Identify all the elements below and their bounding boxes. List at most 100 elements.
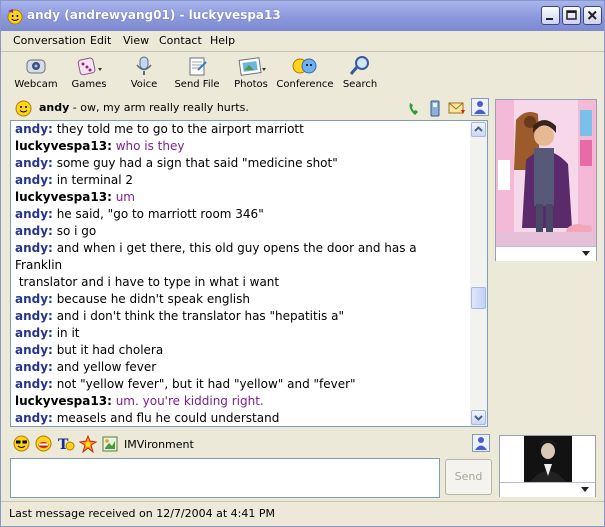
chat-message: andy: and yellow fever [15, 359, 467, 376]
contact-status-message: - ow, my arm really really hurts. [69, 101, 249, 114]
message-sender: andy: [15, 377, 53, 391]
webcam-image-dropdown[interactable] [500, 482, 595, 497]
email-icon[interactable] [448, 101, 466, 116]
person-icon [475, 437, 487, 450]
scroll-up-button[interactable] [471, 122, 486, 137]
message-input[interactable] [10, 458, 440, 498]
photos-button[interactable]: Photos [221, 54, 281, 96]
chevron-down-icon [581, 487, 589, 492]
font-icon[interactable]: T [57, 435, 75, 453]
photos-icon [238, 57, 266, 76]
send-button[interactable]: Send [445, 459, 492, 495]
menu-view[interactable]: View [123, 34, 149, 47]
display-image-dropdown[interactable] [496, 246, 596, 261]
chat-message: andy: measels and flu he could understan… [15, 410, 467, 426]
message-text: but it had cholera [56, 343, 164, 357]
chat-message: andy: and when i get there, this old guy… [15, 240, 467, 274]
imvironment-icon[interactable] [101, 435, 119, 453]
imvironment-label[interactable]: IMVironment [124, 438, 194, 451]
call-icon[interactable] [407, 101, 423, 117]
menu-bar: Conversation Edit View Contact Help [1, 31, 604, 52]
message-text: so i go [56, 224, 97, 238]
mobile-phone-icon[interactable] [428, 100, 442, 117]
message-text: who is they [115, 139, 185, 153]
chat-message: luckyvespa13: who is they [15, 138, 467, 155]
message-sender: andy: [15, 207, 53, 221]
contact-profile-button[interactable] [471, 98, 489, 116]
conference-button[interactable]: Conference [275, 54, 335, 96]
chat-message: andy: because he didn't speak english [15, 291, 467, 308]
chat-message: andy: and i don't think the translator h… [15, 308, 467, 325]
chevron-down-icon [582, 251, 590, 256]
chat-message: andy: some guy had a sign that said "med… [15, 155, 467, 172]
scroll-down-button[interactable] [471, 410, 486, 425]
minimize-icon [546, 18, 553, 20]
minimize-button[interactable] [541, 6, 560, 25]
message-sender: andy: [15, 411, 53, 425]
message-text: because he didn't speak english [56, 292, 250, 306]
message-text: and i don't think the translator has "he… [56, 309, 344, 323]
message-sender: andy: [15, 309, 53, 323]
games-button[interactable]: Games [59, 54, 119, 96]
chat-message: translator and i have to type in what i … [15, 274, 467, 291]
chevron-up-icon [474, 126, 483, 132]
message-text: not "yellow fever", but it had "yellow" … [56, 377, 356, 391]
search-button[interactable]: Search [330, 54, 390, 96]
message-sender: andy: [15, 343, 53, 357]
search-icon [349, 56, 369, 75]
my-display-picture-button[interactable] [472, 434, 490, 452]
message-text: he said, "go to marriott room 346" [56, 207, 264, 221]
message-sender: andy: [15, 292, 53, 306]
formatting-toolbar: T IMVironment [10, 433, 490, 455]
conversation-scrollbar[interactable] [470, 121, 487, 426]
message-sender: andy: [15, 326, 53, 340]
conversation-history[interactable]: andy: they told me to go to the airport … [10, 120, 488, 427]
webcam-button[interactable]: Webcam [6, 54, 66, 96]
send-file-icon [189, 57, 207, 76]
chat-message: andy: in terminal 2 [15, 172, 467, 189]
message-sender: andy: [15, 122, 53, 136]
last-message-status: Last message received on 12/7/2004 at 4:… [9, 507, 275, 520]
smiley-status-icon [15, 100, 32, 117]
message-text: in terminal 2 [56, 173, 134, 187]
maximize-button[interactable] [562, 6, 581, 25]
avatar-image [496, 100, 596, 246]
contact-name: andy [39, 101, 70, 114]
emoticon-sunglasses-icon[interactable] [13, 435, 30, 452]
my-webcam-image[interactable] [499, 435, 596, 497]
message-sender: andy: [15, 173, 53, 187]
message-sender: andy: [15, 360, 53, 374]
message-sender: andy: [15, 241, 53, 255]
nudge-icon[interactable] [79, 435, 97, 453]
status-bar: Last message received on 12/7/2004 at 4:… [1, 501, 604, 527]
scroll-thumb[interactable] [471, 287, 486, 309]
toolbar: Webcam Games Voice Send File Photos Conf… [1, 52, 604, 97]
chat-message: luckyvespa13: um. you're kidding right. [15, 393, 467, 410]
menu-edit[interactable]: Edit [90, 34, 111, 47]
close-button[interactable] [583, 6, 602, 25]
message-text: in it [56, 326, 80, 340]
message-sender: andy: [15, 224, 53, 238]
message-list: andy: they told me to go to the airport … [15, 121, 467, 426]
message-text: um [115, 190, 135, 204]
contact-display-image[interactable] [495, 99, 597, 261]
window-title: andy (andrewyang01) - luckyvespa13 [27, 8, 281, 22]
person-icon [474, 101, 486, 114]
message-text: measels and flu he could understand [56, 411, 280, 425]
message-text: and when i get there, this old guy opens… [15, 241, 417, 272]
maximize-icon [566, 10, 577, 20]
chat-message: andy: not "yellow fever", but it had "ye… [15, 376, 467, 393]
message-sender: luckyvespa13: [15, 394, 112, 408]
menu-help[interactable]: Help [210, 34, 235, 47]
menu-contact[interactable]: Contact [159, 34, 202, 47]
voice-button[interactable]: Voice [114, 54, 174, 96]
send-file-button[interactable]: Send File [167, 54, 227, 96]
wink-icon[interactable] [35, 435, 52, 452]
chat-message: andy: he said, "go to marriott room 346" [15, 206, 467, 223]
title-bar[interactable]: andy (andrewyang01) - luckyvespa13 [1, 1, 604, 31]
menu-conversation[interactable]: Conversation [13, 34, 86, 47]
message-text: translator and i have to type in what i … [18, 275, 280, 289]
conference-icon [292, 58, 317, 74]
im-window: andy (andrewyang01) - luckyvespa13 Conve… [0, 0, 605, 527]
message-sender: luckyvespa13: [15, 190, 112, 204]
